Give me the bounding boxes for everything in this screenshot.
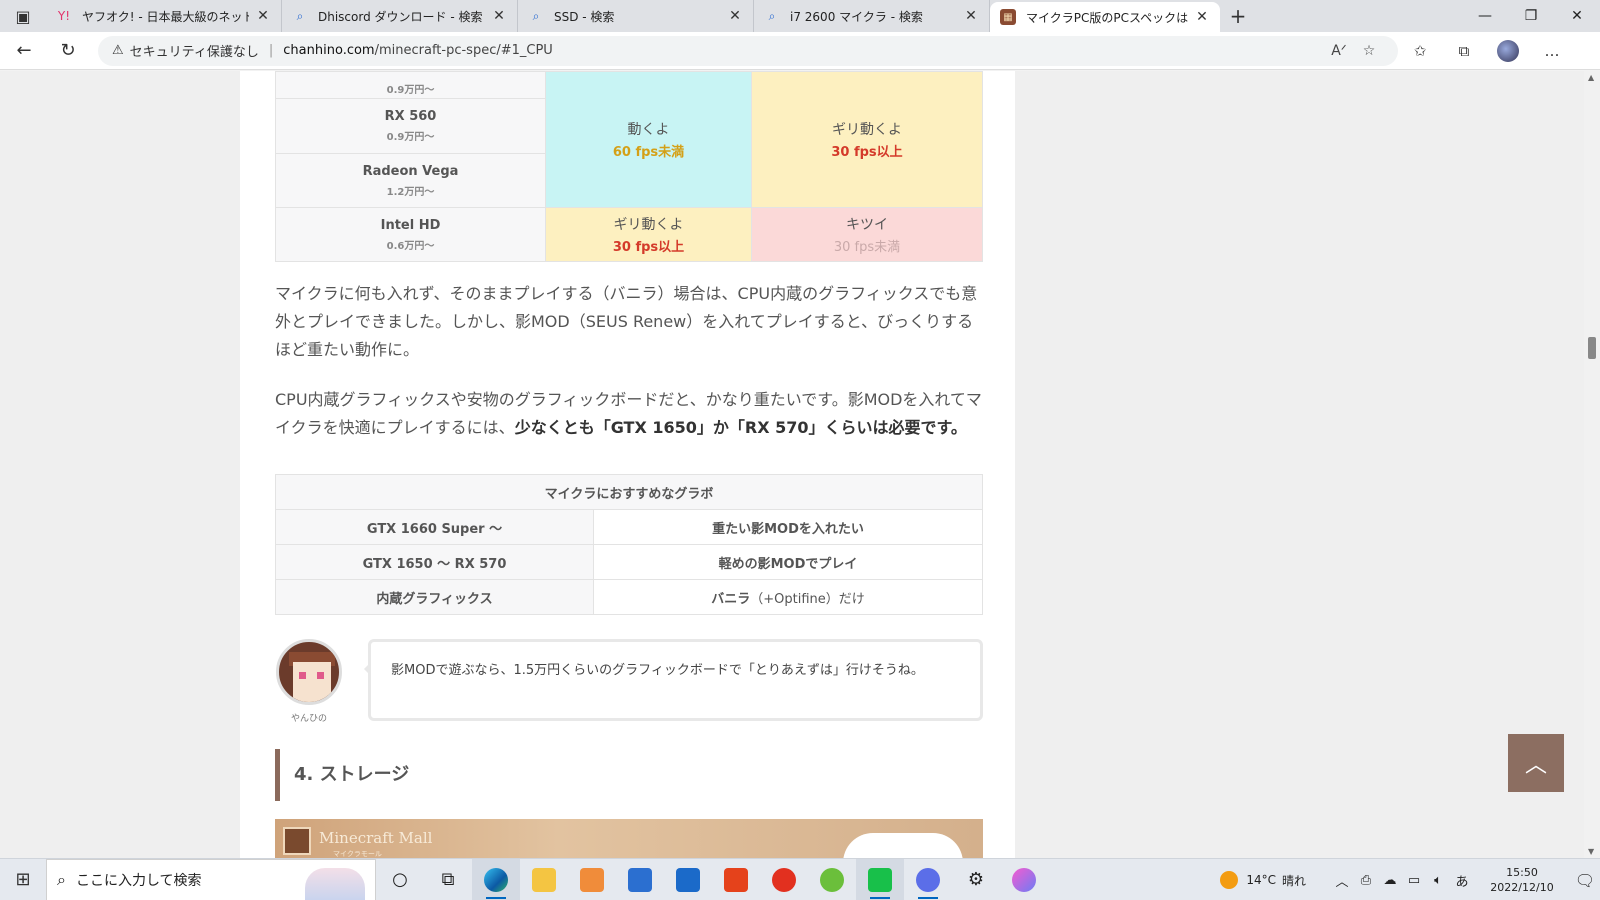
page-viewport: 0.9万円〜 動くよ 60 fps未満 ギリ動くよ 30 fps以上 RX 56… (0, 71, 1600, 858)
tab-strip: ▣ Y! ヤフオク! - 日本最大級のネットオークション ✕ ⌕ Dhiscor… (0, 0, 1600, 32)
table-row: GTX 1650 〜 RX 570 軽めの影MODでプレイ (275, 544, 983, 580)
clock[interactable]: 15:50 2022/12/10 (1482, 865, 1562, 895)
new-tab-button[interactable]: + (1220, 0, 1256, 32)
taskbar: ⊞ ⌕ ここに入力して検索 ○ ⧉ ⚙ 14°C 晴れ ︿ ⎙ ☁ ▭ 🔈︎ あ… (0, 858, 1600, 900)
yahoo-auction-icon: Y! (57, 9, 71, 23)
chevron-up-icon[interactable]: ︿ (1330, 871, 1354, 890)
tab-ssd-search[interactable]: ⌕ SSD - 検索 ✕ (518, 0, 754, 32)
windows-start-icon[interactable]: ⊞ (0, 859, 46, 900)
table-row: Radeon Vega 1.2万円〜 (275, 153, 546, 208)
tab-discord-search[interactable]: ⌕ Dhiscord ダウンロード - 検索 ✕ (282, 0, 518, 32)
app-red-icon[interactable] (760, 859, 808, 900)
discord-icon[interactable] (904, 859, 952, 900)
search-icon: ⌕ (532, 8, 540, 23)
onedrive-icon[interactable]: ☁ (1378, 873, 1402, 888)
table-row: GTX 1660 Super 〜 重たい影MODを入れたい (275, 509, 983, 545)
weather-temp[interactable]: 14°C (1246, 873, 1276, 887)
close-icon[interactable]: ✕ (491, 8, 507, 24)
tab-minecraft-spec[interactable]: ▦ マイクラPC版のPCスペックはどれくらい ✕ (990, 2, 1220, 32)
warning-icon: ⚠ (112, 43, 124, 58)
system-tray: 14°C 晴れ ︿ ⎙ ☁ ▭ 🔈︎ あ 15:50 2022/12/10 🗨︎ (1220, 859, 1600, 900)
tab-actions-icon[interactable]: ▣ (0, 0, 46, 32)
table-cell-status: 動くよ 60 fps未満 (545, 71, 752, 208)
speech-balloon-image (843, 833, 963, 858)
weather-text[interactable]: 晴れ (1282, 872, 1306, 889)
url-text: chanhino.com/minecraft-pc-spec/#1_CPU (283, 43, 553, 58)
collections-icon[interactable]: ⧉ (1442, 34, 1486, 68)
window-controls: — ❐ ✕ (1462, 0, 1600, 32)
chevron-up-icon: ︿ (1524, 753, 1547, 778)
security-label: セキュリティ保護なし (129, 45, 259, 60)
mail-icon[interactable] (664, 859, 712, 900)
search-highlight-image (305, 867, 365, 900)
ime-indicator[interactable]: あ (1450, 871, 1474, 890)
table-cell-status: ギリ動くよ 30 fps以上 (751, 71, 983, 208)
back-icon[interactable]: ← (4, 34, 44, 68)
edge-icon[interactable] (472, 858, 520, 900)
minecraft-mall-logo-icon (283, 827, 311, 855)
settings-icon[interactable]: ⚙ (952, 859, 1000, 900)
search-icon: ⌕ (57, 869, 66, 889)
scroll-up-icon[interactable]: ▲ (1588, 73, 1594, 82)
table-cell-status: キツイ 30 fps未満 (751, 207, 983, 262)
itunes-icon[interactable] (1000, 859, 1048, 900)
volume-icon[interactable]: 🔈︎ (1426, 873, 1450, 888)
scrollbar-thumb[interactable] (1588, 337, 1596, 359)
speech-bubble: 影MODで遊ぶなら、1.5万円くらいのグラフィックボードで「とりあえずは」行けそ… (364, 639, 983, 721)
close-icon[interactable]: ✕ (1194, 9, 1210, 25)
table-header: マイクラにおすすめなグラボ (275, 474, 983, 510)
close-window-icon[interactable]: ✕ (1554, 0, 1600, 32)
search-icon: ⌕ (768, 8, 776, 23)
close-icon[interactable]: ✕ (727, 8, 743, 24)
address-bar: ← ↻ ⚠ セキュリティ保護なし | chanhino.com/minecraf… (0, 32, 1600, 100)
url-field[interactable]: ⚠ セキュリティ保護なし | chanhino.com/minecraft-pc… (98, 35, 1398, 66)
notification-center-icon[interactable]: 🗨︎ (1570, 871, 1600, 890)
gpu-performance-table: 0.9万円〜 動くよ 60 fps未満 ギリ動くよ 30 fps以上 RX 56… (275, 71, 983, 262)
paragraph: マイクラに何も入れず、そのままプレイする（バニラ）場合は、CPU内蔵のグラフィッ… (275, 284, 978, 359)
taskbar-search-input[interactable]: ⌕ ここに入力して検索 (46, 858, 376, 900)
paragraph: CPU内蔵グラフィックスや安物のグラフィックボードだと、かなり重たいです。影MO… (275, 390, 982, 437)
add-favorite-icon[interactable]: ☆ (1354, 43, 1384, 59)
scroll-down-icon[interactable]: ▼ (1588, 847, 1594, 856)
weather-sun-icon[interactable] (1220, 871, 1239, 889)
maximize-icon[interactable]: ❐ (1508, 0, 1554, 32)
meet-now-icon[interactable]: ⎙ (1354, 873, 1378, 888)
table-cell: 0.9万円〜 (275, 71, 546, 99)
recommended-gpu-table: マイクラにおすすめなグラボ GTX 1660 Super 〜 重たい影MODを入… (275, 474, 983, 615)
refresh-icon[interactable]: ↻ (48, 34, 88, 68)
close-icon[interactable]: ✕ (255, 8, 271, 24)
table-row: RX 560 0.9万円〜 (275, 98, 546, 154)
table-cell-status: ギリ動くよ 30 fps以上 (545, 207, 752, 262)
more-menu-icon[interactable]: … (1530, 34, 1574, 68)
tab-yahoo[interactable]: Y! ヤフオク! - 日本最大級のネットオークション ✕ (46, 0, 282, 32)
media-player-icon[interactable] (568, 859, 616, 900)
site-favicon-icon: ▦ (1000, 9, 1016, 25)
section-heading: 4. ストレージ (275, 749, 409, 801)
article: 0.9万円〜 動くよ 60 fps未満 ギリ動くよ 30 fps以上 RX 56… (240, 71, 1015, 858)
file-explorer-icon[interactable] (520, 859, 568, 900)
store-icon[interactable] (616, 859, 664, 900)
author-avatar (276, 639, 342, 705)
network-icon[interactable]: ▭ (1402, 873, 1426, 888)
back-to-top-button[interactable]: ︿ (1508, 734, 1564, 792)
read-aloud-icon[interactable]: Aᐟ (1324, 43, 1354, 59)
minimize-icon[interactable]: — (1462, 0, 1508, 32)
tab-i7-search[interactable]: ⌕ i7 2600 マイクラ - 検索 ✕ (754, 0, 990, 32)
profile-avatar[interactable] (1486, 34, 1530, 68)
app-green-icon[interactable] (808, 859, 856, 900)
table-row: Intel HD 0.6万円〜 (275, 207, 546, 262)
scrollbar[interactable]: ▲ ▼ (1584, 71, 1600, 858)
office-icon[interactable] (712, 859, 760, 900)
favorites-icon[interactable]: ✩ (1398, 34, 1442, 68)
table-row: 内蔵グラフィックス バニラ（+Optifine）だけ (275, 579, 983, 615)
author-name: やんひの (290, 714, 327, 724)
cortana-icon[interactable]: ○ (376, 859, 424, 900)
line-icon[interactable] (856, 858, 904, 900)
minecraft-mall-banner[interactable]: Minecraft Mall マイクラモール (275, 819, 983, 858)
close-icon[interactable]: ✕ (963, 8, 979, 24)
task-view-icon[interactable]: ⧉ (424, 859, 472, 900)
search-icon: ⌕ (296, 8, 304, 23)
